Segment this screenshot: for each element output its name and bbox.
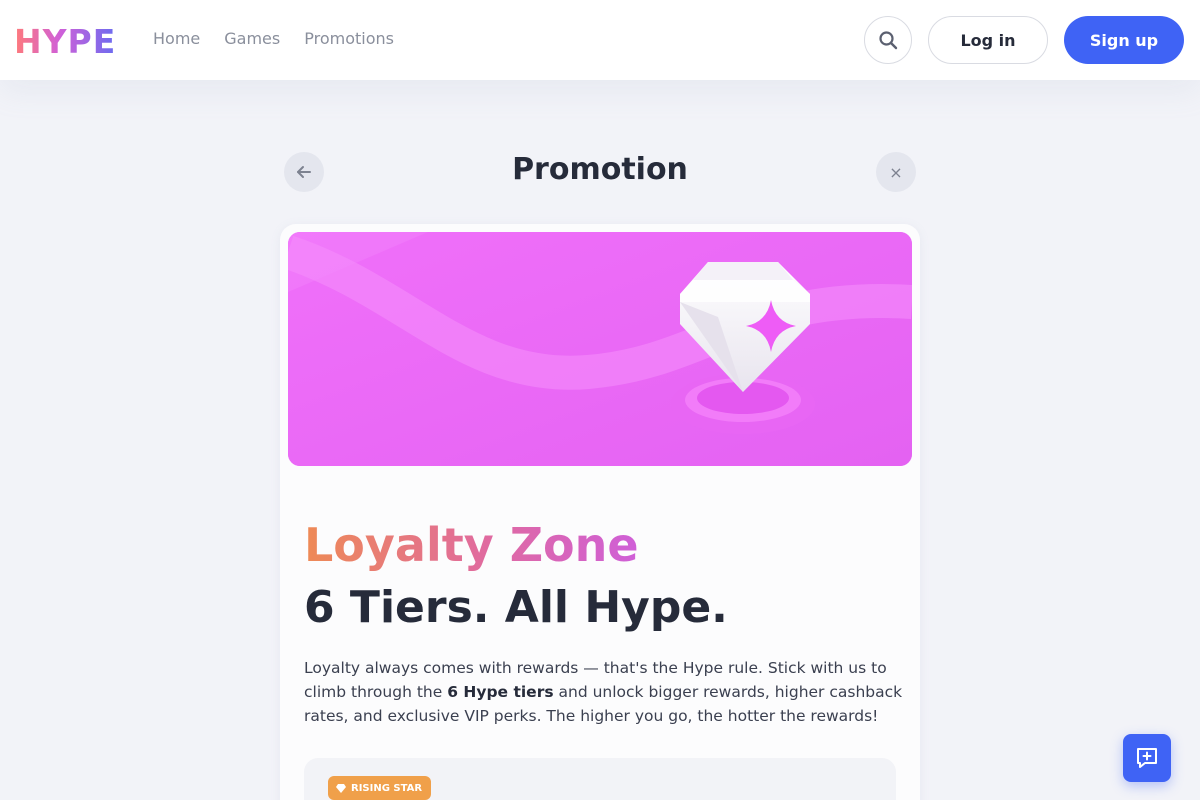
description-bold-text: 6 Hype tiers (447, 683, 554, 701)
back-button[interactable] (284, 152, 324, 192)
promotion-banner (288, 232, 912, 466)
search-button[interactable] (864, 16, 912, 64)
login-button[interactable]: Log in (928, 16, 1048, 64)
top-header: HYPE Home Games Promotions Log in Sign u… (0, 0, 1200, 80)
chat-button[interactable] (1123, 734, 1171, 782)
chat-plus-icon (1137, 748, 1157, 768)
hype-logo[interactable]: HYPE (14, 22, 116, 61)
promotion-card: Loyalty Zone 6 Tiers. All Hype. Loyalty … (280, 224, 920, 800)
signup-button[interactable]: Sign up (1064, 16, 1184, 64)
close-button[interactable]: × (876, 152, 916, 192)
banner-illustration (288, 232, 912, 466)
nav-promotions-link[interactable]: Promotions (304, 29, 394, 48)
nav-games-link[interactable]: Games (224, 29, 280, 48)
promotion-headline: 6 Tiers. All Hype. (304, 582, 728, 633)
tier-section: RISING STAR (304, 758, 896, 800)
page-title: Promotion (512, 152, 688, 187)
promotion-description: Loyalty always comes with rewards — that… (304, 656, 904, 728)
diamond-icon (336, 784, 346, 793)
promotion-name: Loyalty Zone (304, 518, 639, 572)
nav-home-link[interactable]: Home (153, 29, 200, 48)
arrow-left-icon (297, 166, 311, 178)
search-icon (879, 31, 898, 50)
tier-badge: RISING STAR (328, 776, 432, 800)
tier-badge-label: RISING STAR (351, 782, 423, 794)
close-icon: × (889, 162, 903, 182)
main-nav: Home Games Promotions (153, 29, 394, 48)
